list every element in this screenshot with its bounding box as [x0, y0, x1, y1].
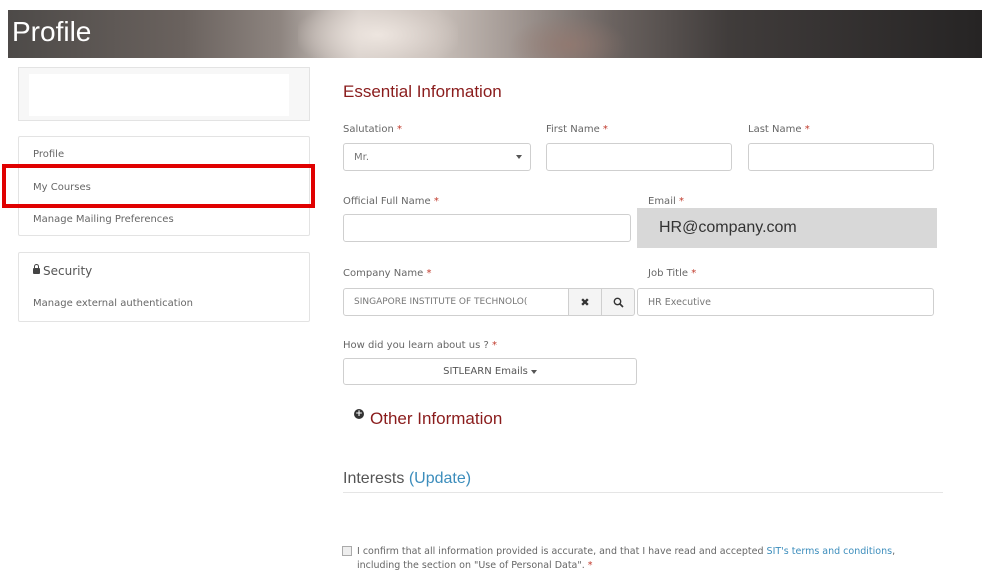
plus-circle-icon[interactable]: +	[354, 409, 364, 419]
confirm-text-before: I confirm that all information provided …	[357, 546, 767, 557]
banner-image-highlight	[298, 10, 458, 58]
page-banner: Profile	[8, 10, 982, 58]
highlight-box	[2, 164, 315, 208]
search-company-button[interactable]	[601, 288, 635, 316]
search-icon	[613, 297, 624, 308]
required-marker: *	[433, 196, 439, 207]
confirm-text: I confirm that all information provided …	[357, 545, 937, 573]
last-name-label: Last Name *	[748, 124, 810, 135]
salutation-value: Mr.	[354, 151, 369, 163]
first-name-field[interactable]	[546, 143, 732, 171]
sidebar-item-external-auth[interactable]: Manage external authentication	[33, 298, 193, 309]
chevron-down-icon	[530, 369, 537, 374]
email-field[interactable]: HR@company.com	[637, 208, 937, 248]
chevron-down-icon	[516, 155, 522, 159]
terms-link[interactable]: SIT's terms and conditions	[767, 546, 893, 557]
banner-image-shadow	[508, 15, 628, 58]
sidebar-security: Security Manage external authentication	[18, 252, 310, 322]
referral-dropdown[interactable]: SITLEARN Emails	[343, 358, 637, 385]
company-name-label-text: Company Name	[343, 268, 424, 279]
official-full-name-label: Official Full Name *	[343, 196, 439, 207]
profile-summary-inner	[29, 74, 289, 116]
last-name-field[interactable]	[748, 143, 934, 171]
first-name-label: First Name *	[546, 124, 608, 135]
job-title-label: Job Title *	[648, 268, 696, 279]
referral-label: How did you learn about us ? *	[343, 340, 497, 351]
required-marker: *	[491, 340, 497, 351]
official-full-name-label-text: Official Full Name	[343, 196, 431, 207]
required-marker: *	[587, 560, 593, 571]
page-title: Profile	[12, 16, 92, 47]
job-title-label-text: Job Title	[648, 268, 689, 279]
security-heading: Security	[33, 264, 92, 278]
interests-label: Interests	[343, 470, 405, 487]
close-icon: ✖	[580, 295, 590, 309]
required-marker: *	[678, 196, 684, 207]
salutation-select[interactable]: Mr.	[343, 143, 531, 171]
divider	[343, 492, 943, 493]
required-marker: *	[804, 124, 810, 135]
referral-label-text: How did you learn about us ?	[343, 340, 489, 351]
salutation-label: Salutation *	[343, 124, 402, 135]
security-heading-label: Security	[43, 264, 93, 278]
interests-heading: Interests (Update)	[343, 470, 471, 488]
last-name-label-text: Last Name	[748, 124, 802, 135]
required-marker: *	[426, 268, 432, 279]
email-label-text: Email	[648, 196, 676, 207]
company-name-label: Company Name *	[343, 268, 431, 279]
sidebar-item-mailing-preferences[interactable]: Manage Mailing Preferences	[33, 214, 174, 225]
referral-value: SITLEARN Emails	[443, 366, 528, 377]
company-name-field[interactable]: SINGAPORE INSTITUTE OF TECHNOLO(	[343, 288, 569, 316]
profile-summary-panel	[18, 67, 310, 121]
required-marker: *	[602, 124, 608, 135]
lock-icon	[33, 264, 40, 274]
sidebar-item-profile[interactable]: Profile	[33, 149, 64, 160]
other-information-toggle[interactable]: Other Information	[370, 409, 502, 429]
interests-update-link[interactable]: (Update)	[409, 470, 471, 487]
confirm-checkbox[interactable]	[342, 546, 352, 556]
email-label: Email *	[648, 196, 684, 207]
clear-company-button[interactable]: ✖	[568, 288, 602, 316]
salutation-label-text: Salutation	[343, 124, 394, 135]
required-marker: *	[691, 268, 697, 279]
essential-info-title: Essential Information	[343, 82, 502, 101]
first-name-label-text: First Name	[546, 124, 600, 135]
required-marker: *	[396, 124, 402, 135]
job-title-field[interactable]: HR Executive	[637, 288, 934, 316]
official-full-name-field[interactable]	[343, 214, 631, 242]
